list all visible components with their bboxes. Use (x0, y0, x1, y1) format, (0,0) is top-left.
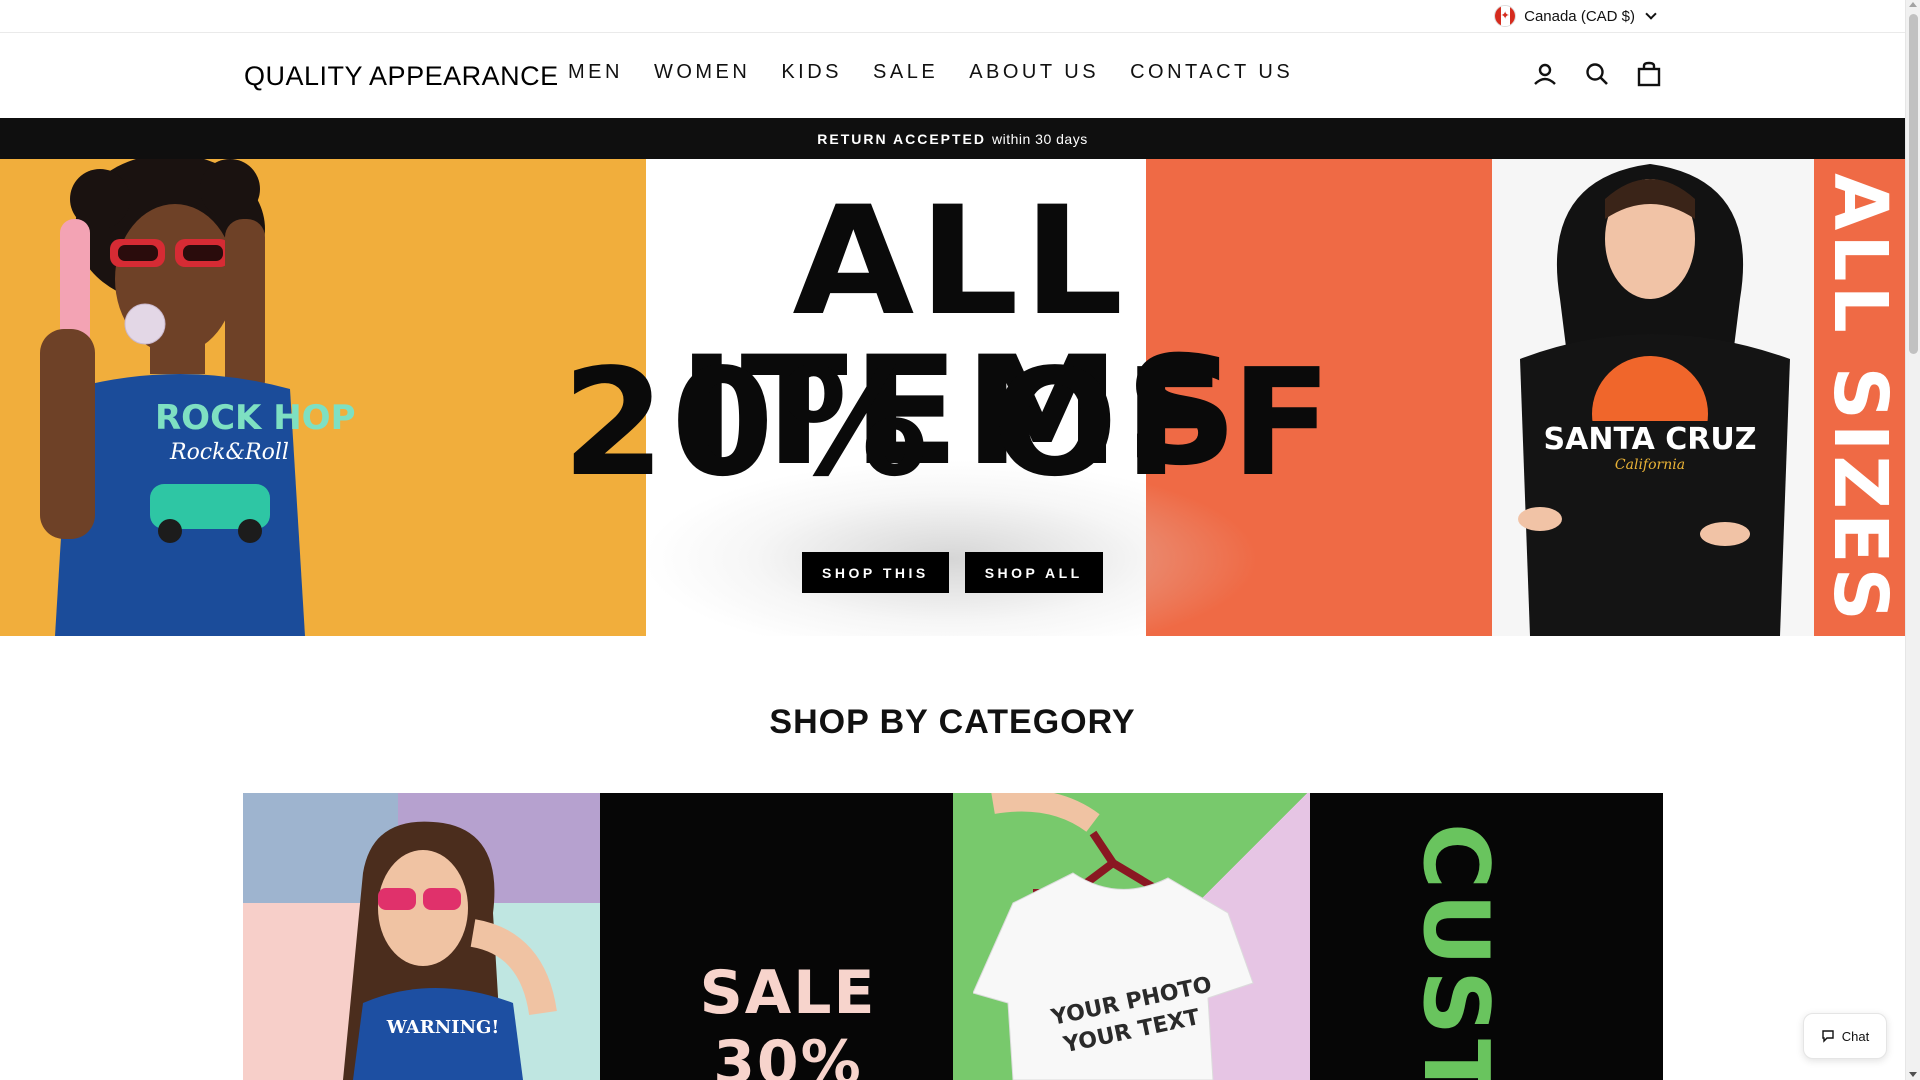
nav-about-us[interactable]: ABOUT US (969, 61, 1099, 84)
account-icon[interactable] (1530, 59, 1560, 89)
category-custom-side-text: CUST (1403, 823, 1508, 1080)
nav-sale[interactable]: SALE (873, 61, 938, 84)
left-shirt-text: ROCK HOP (155, 398, 356, 438)
chat-bubble-icon (1822, 1030, 1834, 1043)
announcement-text: within 30 days (992, 130, 1088, 147)
right-hoodie-sub: California (1615, 457, 1685, 473)
search-icon[interactable] (1582, 59, 1612, 89)
announcement-strong: RETURN ACCEPTED (817, 130, 986, 147)
site-logo[interactable]: QUALITY APPEARANCE (244, 61, 559, 92)
header-icons (1530, 59, 1664, 89)
section-title-shop-by-category: SHOP BY CATEGORY (769, 703, 1136, 741)
scroll-up-arrow-icon[interactable] (1909, 2, 1917, 7)
shop-this-button[interactable]: SHOP THIS (802, 552, 949, 593)
right-hoodie-text: SANTA CRUZ (1544, 422, 1757, 457)
nav-contact-us[interactable]: CONTACT US (1130, 61, 1293, 84)
category-card-sale[interactable]: WARNING! SALE 30% (243, 793, 953, 1080)
category-sale-shirt-text: WARNING! (386, 1017, 500, 1038)
chat-button[interactable]: Chat (1803, 1013, 1887, 1059)
currency-selector[interactable]: ✦ Canada (CAD $) (1494, 5, 1657, 27)
category-sale-model-image: WARNING! (343, 821, 557, 1080)
hero-buttons: SHOP THIS SHOP ALL (802, 552, 1103, 593)
site-header: QUALITY APPEARANCE MEN WOMEN KIDS SALE A… (0, 33, 1905, 118)
hero-side-text: ALL SIZES (1817, 173, 1904, 625)
hero-model-right-image: SANTA CRUZ California (1518, 164, 1790, 636)
category-grid: WARNING! SALE 30% YOUR PHOTO YOUR TEXT C… (243, 793, 1663, 1080)
category-sale-line2: 30% (713, 1028, 863, 1080)
page-scrollbar[interactable] (1905, 0, 1920, 1080)
scroll-down-arrow-icon[interactable] (1909, 1072, 1917, 1077)
utility-bar: ✦ Canada (CAD $) (0, 0, 1905, 33)
nav-kids[interactable]: KIDS (781, 61, 842, 84)
page: ✦ Canada (CAD $) QUALITY APPEARANCE MEN … (0, 0, 1905, 1080)
category-card-custom[interactable]: YOUR PHOTO YOUR TEXT CUST (953, 793, 1663, 1080)
left-shirt-sub: Rock&Roll (169, 440, 289, 465)
announcement-bar: RETURN ACCEPTED within 30 days (0, 118, 1905, 159)
cart-icon[interactable] (1634, 59, 1664, 89)
nav-women[interactable]: WOMEN (654, 61, 750, 84)
canada-flag-icon: ✦ (1494, 5, 1517, 27)
chevron-down-icon (1645, 8, 1657, 20)
scrollbar-thumb[interactable] (1909, 14, 1918, 354)
hero-headline-line2: 20% OFF (562, 337, 1338, 509)
main-nav: MEN WOMEN KIDS SALE ABOUT US CONTACT US (568, 61, 1293, 84)
category-sale-line1: SALE (699, 958, 877, 1028)
shop-all-button[interactable]: SHOP ALL (964, 552, 1103, 593)
hero-banner[interactable]: ROCK HOP Rock&Roll SANTA CRUZ California… (0, 159, 1905, 636)
category-custom-shirt-image: YOUR PHOTO YOUR TEXT (973, 793, 1254, 1080)
currency-label: Canada (CAD $) (1524, 7, 1635, 25)
nav-men[interactable]: MEN (568, 61, 623, 84)
chat-label: Chat (1841, 1028, 1870, 1044)
